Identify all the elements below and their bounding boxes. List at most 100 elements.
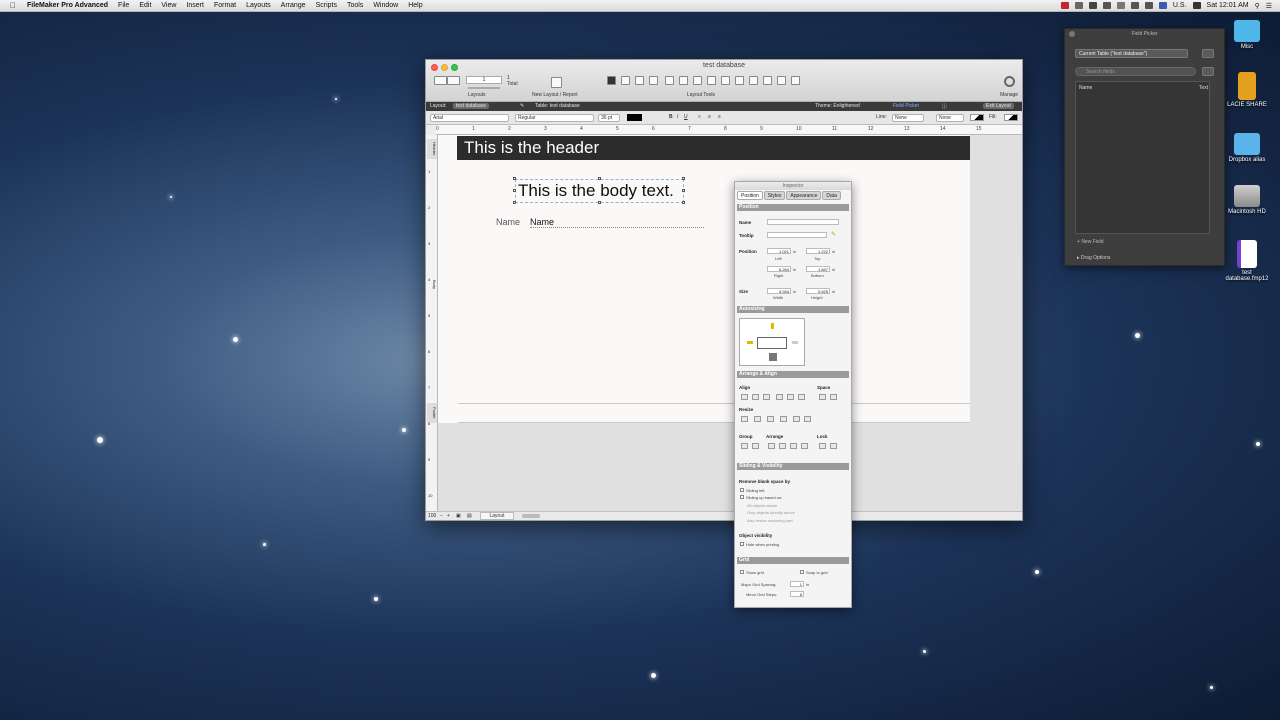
menu-arrange[interactable]: Arrange <box>276 2 311 9</box>
status-grid-icon[interactable] <box>1074 2 1083 9</box>
part-label-footer[interactable]: Footer <box>427 403 437 423</box>
text-color-swatch[interactable] <box>627 114 642 121</box>
spotlight-icon[interactable]: ⚲ <box>1255 2 1260 10</box>
anchor-left-toggle[interactable] <box>747 341 753 344</box>
resize-largest-both-icon[interactable] <box>804 416 811 422</box>
portal-tool-icon[interactable] <box>721 76 730 85</box>
bottom-input[interactable]: 1.847 <box>806 266 830 272</box>
resize-handle-tl[interactable] <box>513 177 516 180</box>
desktop-icon-macintosh-hd[interactable]: Macintosh HD <box>1222 185 1272 215</box>
menu-scripts[interactable]: Scripts <box>311 2 342 9</box>
field-picker-button[interactable]: Field Picker <box>893 103 919 109</box>
horizontal-scrollbar[interactable] <box>522 514 540 518</box>
menu-format[interactable]: Format <box>209 2 241 9</box>
tab-data[interactable]: Data <box>822 191 841 200</box>
sort-options-icon[interactable] <box>1202 67 1214 76</box>
tooltip-edit-icon[interactable]: ✎ <box>831 231 836 238</box>
resize-handle-br[interactable] <box>682 201 685 204</box>
drag-options-toggle[interactable]: ▸ Drag Options <box>1077 255 1110 261</box>
arrange-section-header[interactable]: Arrange & Align <box>737 371 849 378</box>
popover-button-icon[interactable] <box>777 76 786 85</box>
mode-select[interactable]: Layout <box>480 512 514 520</box>
record-slider[interactable] <box>468 87 500 89</box>
menu-file[interactable]: File <box>113 2 134 9</box>
manage-database-icon[interactable] <box>1202 49 1214 58</box>
col-name-header[interactable]: Name <box>1079 85 1092 91</box>
desktop-icon-test-database[interactable]: test database.fmp12 <box>1222 240 1272 282</box>
chart-tool-icon[interactable] <box>749 76 758 85</box>
resize-handle-b[interactable] <box>598 201 601 204</box>
edit-layout-icon[interactable]: ✎ <box>520 103 524 109</box>
bluetooth-icon[interactable] <box>1116 2 1125 9</box>
desktop-icon-misc[interactable]: Misc <box>1222 20 1272 50</box>
anchor-top-toggle[interactable] <box>771 323 774 329</box>
exit-layout-button[interactable]: Exit Layout <box>983 103 1014 109</box>
manage-label[interactable]: Manage <box>1000 92 1018 98</box>
menu-layouts[interactable]: Layouts <box>241 2 276 9</box>
new-field-button[interactable]: + New Field <box>1077 239 1104 245</box>
show-grid-checkbox[interactable] <box>740 570 744 574</box>
notification-center-icon[interactable]: ☰ <box>1266 2 1272 10</box>
resize-largest-height-icon[interactable] <box>780 416 787 422</box>
button-tool-icon[interactable] <box>707 76 716 85</box>
major-grid-input[interactable]: 1 <box>790 581 804 587</box>
resize-handle-bl[interactable] <box>513 201 516 204</box>
menu-view[interactable]: View <box>156 2 181 9</box>
field-tool-icon[interactable] <box>693 76 702 85</box>
resize-handle-r[interactable] <box>682 189 685 192</box>
align-left-icon[interactable]: ≡ <box>698 114 701 120</box>
bring-to-front-icon[interactable] <box>768 443 775 449</box>
resize-handle-tr[interactable] <box>682 177 685 180</box>
fill-color-swatch[interactable] <box>1004 114 1018 121</box>
app-menu[interactable]: FileMaker Pro Advanced <box>22 2 113 9</box>
menu-tools[interactable]: Tools <box>342 2 368 9</box>
unlock-icon[interactable] <box>830 443 837 449</box>
volume-icon[interactable] <box>1144 2 1153 9</box>
status-sync-icon[interactable] <box>1088 2 1097 9</box>
web-viewer-icon[interactable] <box>763 76 772 85</box>
desktop-icon-dropbox[interactable]: Dropbox alias <box>1222 133 1272 163</box>
underline-button[interactable]: U <box>684 114 688 120</box>
layout-select[interactable]: test database <box>453 103 490 109</box>
layout-header-text[interactable]: This is the header <box>457 136 970 160</box>
resize-smallest-width-icon[interactable] <box>741 416 748 422</box>
autosizing-section-header[interactable]: Autosizing <box>737 306 849 313</box>
align-center-icon[interactable]: ≡ <box>708 114 711 120</box>
input-source[interactable]: U.S. <box>1173 2 1187 9</box>
sliding-left-checkbox[interactable] <box>740 488 744 492</box>
toggle-formatting-icon[interactable]: ▤ <box>467 513 472 519</box>
menu-help[interactable]: Help <box>403 2 427 9</box>
anchor-right-toggle[interactable] <box>792 341 798 344</box>
inspector-toggle-icon[interactable]: ⓘ <box>942 103 947 110</box>
send-backward-icon[interactable] <box>790 443 797 449</box>
new-layout-icon[interactable] <box>551 77 562 88</box>
tab-control-icon[interactable] <box>735 76 744 85</box>
wifi-icon[interactable] <box>1130 2 1139 9</box>
style-select[interactable]: Regular <box>515 114 594 122</box>
part-label-header[interactable]: Header <box>427 139 437 159</box>
table-select[interactable]: Current Table ("test database") <box>1075 49 1188 58</box>
oval-tool-icon[interactable] <box>679 76 688 85</box>
menu-edit[interactable]: Edit <box>134 2 156 9</box>
rounded-rect-tool-icon[interactable] <box>665 76 674 85</box>
font-select[interactable]: Arial <box>430 114 509 122</box>
hide-when-printing-checkbox[interactable] <box>740 542 744 546</box>
zoom-in-button[interactable]: + <box>447 513 450 519</box>
align-right-icon[interactable]: ≡ <box>718 114 721 120</box>
height-input[interactable]: 0.625 <box>806 288 830 294</box>
line-style-select[interactable]: None <box>892 114 924 122</box>
anchor-bottom-toggle[interactable] <box>769 353 777 361</box>
align-centers-icon[interactable] <box>752 394 759 400</box>
space-vertical-icon[interactable] <box>830 394 837 400</box>
sliding-up-checkbox[interactable] <box>740 495 744 499</box>
text-tool-icon[interactable] <box>621 76 630 85</box>
lock-icon[interactable] <box>819 443 826 449</box>
gear-icon[interactable] <box>1004 76 1015 87</box>
italic-button[interactable]: I <box>677 114 678 120</box>
resize-handle-t[interactable] <box>598 177 601 180</box>
align-bottom-edges-icon[interactable] <box>798 394 805 400</box>
layout-canvas[interactable]: This is the header This is the body text… <box>438 135 1022 511</box>
search-fields-input[interactable]: Search fields <box>1075 67 1196 76</box>
next-record-button[interactable] <box>447 76 460 85</box>
toggle-status-toolbar-icon[interactable]: ▣ <box>456 513 461 519</box>
